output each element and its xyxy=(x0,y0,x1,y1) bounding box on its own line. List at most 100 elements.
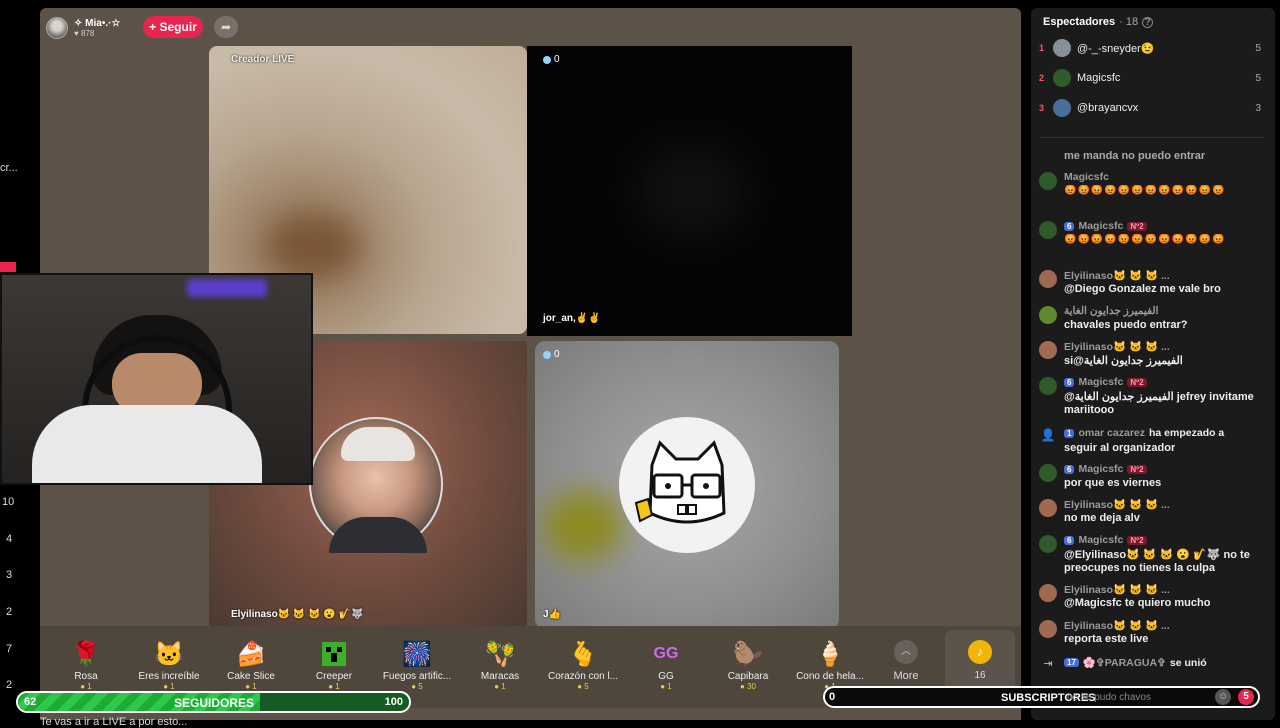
chat-message: me manda no puedo entrar xyxy=(1039,148,1265,164)
guest-2-name: Elyilinaso🐱 🐱 🐱 😮 🎷🐺 xyxy=(231,609,364,620)
chat-message: Elyilinaso🐱 🐱 🐱 ... si@الفيميرز جدايون ا… xyxy=(1039,340,1265,370)
message-user: Elyilinaso🐱 🐱 🐱 ... xyxy=(1064,269,1170,282)
message-user: Elyilinaso🐱 🐱 🐱 ... xyxy=(1064,498,1170,511)
avatar xyxy=(1039,620,1057,638)
blur-hand xyxy=(269,216,359,276)
chat-message: Elyilinaso🐱 🐱 🐱 ... @Diego Gonzalez me v… xyxy=(1039,269,1265,299)
emoji-icon[interactable]: ☺ xyxy=(1215,689,1231,705)
gift-cost: ● 1 xyxy=(163,682,175,691)
more-gifts-button[interactable]: ︿ More xyxy=(878,640,934,682)
dim-glow xyxy=(637,146,747,236)
gift-item-cono[interactable]: 🍦Cono de hela...● 1 xyxy=(789,640,871,692)
viewer-count: 0 xyxy=(554,349,560,360)
gift-name: Corazón con l... xyxy=(547,671,619,682)
message-text: 😡😡😡😡😡😡😡😡😡😡😡😡 xyxy=(1064,185,1226,196)
cat-icon: 🐱 xyxy=(154,640,184,668)
subscribers-current: 0 xyxy=(829,691,836,703)
viewer-count-badge: 0 xyxy=(543,349,560,360)
user-name: Elyilinaso🐱 🐱 🐱 ... xyxy=(1064,499,1170,511)
gift-item-corazon[interactable]: 🫰 Corazón con l... ● 5 xyxy=(542,640,624,692)
avatar xyxy=(1039,172,1057,190)
side-red-marker xyxy=(0,262,16,272)
viewer-rank: 3 xyxy=(1039,103,1045,113)
viewer-name: @-_-sneyder😉 xyxy=(1077,42,1155,55)
message-text: se unió xyxy=(1169,656,1207,669)
user-name: Magicsfc xyxy=(1078,220,1124,232)
message-user: 17 🌸✞PARAGUA✞ se unió xyxy=(1064,656,1207,669)
cake-icon: 🍰 xyxy=(236,640,266,668)
gift-cost: ● 5 xyxy=(577,682,589,691)
chat-message: 👤 1 omar cazarez ha empezado a seguir al o… xyxy=(1039,427,1265,459)
chat-message: 6 Magicsfc Nº2 por que es viernes xyxy=(1039,463,1265,493)
level-badge: 17 xyxy=(1064,658,1079,667)
gift-item-maracas[interactable]: 🪇 Maracas ● 1 xyxy=(459,640,541,692)
side-number: 4 xyxy=(6,533,13,545)
message-text-continued: preocupes no tienes la culpa xyxy=(1064,562,1215,574)
host-info[interactable]: ✧ Mia•.·☆ ♥ 878 xyxy=(46,14,120,42)
message-text: @Diego Gonzalez me vale bro xyxy=(1064,283,1221,295)
chat-message: 6 Magicsfc Nº2 😡😡😡😡😡😡😡😡😡😡😡😡 xyxy=(1039,220,1265,264)
chat-message: Elyilinaso🐱 🐱 🐱 ... no me deja alv xyxy=(1039,498,1265,528)
message-user: 6 Magicsfc Nº2 xyxy=(1064,534,1147,546)
creeper-face xyxy=(322,642,346,666)
viewer-name: Magicsfc xyxy=(1077,72,1121,84)
person-add-icon: 👤 xyxy=(1040,428,1056,442)
gift-name: Eres increíble xyxy=(138,671,200,682)
gift-name: GG xyxy=(658,671,674,682)
follow-button[interactable]: + Seguir xyxy=(143,16,203,38)
coin-icon: ♪ xyxy=(968,640,992,664)
user-name: Elyilinaso🐱 🐱 🐱 ... xyxy=(1064,584,1170,596)
gift-name: Fuegos artific... xyxy=(382,671,452,682)
viewer-rank: 1 xyxy=(1039,43,1045,53)
video-tile-guest-3[interactable]: 0 J👍 xyxy=(535,341,839,629)
gift-cost: ● 30 xyxy=(740,682,756,691)
avatar xyxy=(1039,270,1057,288)
gift-item-gg[interactable]: GG GG ● 1 xyxy=(625,640,707,691)
share-icon[interactable]: ➦ xyxy=(214,16,238,38)
chat-message: Magicsfc 😡😡😡😡😡😡😡😡😡😡😡😡 xyxy=(1039,171,1265,211)
message-text: ha empezado a xyxy=(1149,427,1225,439)
subscribers-goal-bar: 0 SUBSCRIPTORES no se pudo chavos ☺ 5 xyxy=(823,686,1260,708)
gift-cost-value: 1 xyxy=(667,682,672,691)
facecam xyxy=(0,273,313,485)
coin-count: 16 xyxy=(974,670,986,681)
guest-3-name: J👍 xyxy=(543,609,562,620)
gift-cost: ● 1 xyxy=(245,682,257,691)
chat-input[interactable]: no se pudo chavos xyxy=(1067,692,1151,703)
viewer-row[interactable]: 2 Magicsfc 5 xyxy=(1039,65,1261,91)
gift-cost-value: 1 xyxy=(252,682,257,691)
gift-item-fuegos[interactable]: 🎆 Fuegos artific... ● 5 xyxy=(376,640,458,692)
gg-icon: GG xyxy=(653,645,679,662)
gift-item-capibara[interactable]: 🦫 Capibara ● 30 xyxy=(707,640,789,692)
message-text: 😡😡😡😡😡😡😡😡😡😡😡😡 xyxy=(1064,234,1226,245)
gift-item-creeper[interactable]: Creeper ● 1 xyxy=(293,640,375,691)
gift-name: Cake Slice xyxy=(227,671,275,682)
message-text-continued: mariitooo xyxy=(1064,404,1115,416)
fan-badge: Nº2 xyxy=(1127,464,1147,474)
message-text: si@الفيميرز جدايون الغاية xyxy=(1064,355,1183,367)
message-user: Elyilinaso🐱 🐱 🐱 ... xyxy=(1064,619,1170,632)
guest-2-avatar xyxy=(309,417,443,553)
viewer-score: 5 xyxy=(1255,42,1261,54)
avatar xyxy=(1039,306,1057,324)
gift-cost: ● 5 xyxy=(411,682,423,691)
gift-item-cake-slice[interactable]: 🍰 Cake Slice ● 1 xyxy=(210,640,292,692)
gift-item-eres-increible[interactable]: 🐱 Eres increíble ● 1 xyxy=(128,640,210,692)
host-avatar[interactable] xyxy=(46,17,68,39)
ice-cream-icon: 🍦 xyxy=(815,640,845,668)
info-icon[interactable]: ? xyxy=(1142,16,1154,28)
gift-item-rosa[interactable]: 🌹 Rosa ● 1 xyxy=(45,640,127,692)
message-text: por que es viernes xyxy=(1064,477,1162,489)
fan-badge: Nº2 xyxy=(1127,377,1147,387)
viewer-score: 5 xyxy=(1255,72,1261,84)
gift-cost-value: 1 xyxy=(87,682,92,691)
guest-1-name: jor_an,✌️✌️ xyxy=(543,313,601,324)
viewer-row[interactable]: 3 @brayancvx 3 xyxy=(1039,95,1261,121)
gift-name: Rosa xyxy=(74,671,98,682)
gift-cost-value: 5 xyxy=(584,682,589,691)
gift-name: Capibara xyxy=(727,671,769,682)
video-tile-guest-1[interactable]: 0 jor_an,✌️✌️ xyxy=(527,46,852,336)
message-text: no me deja alv xyxy=(1064,512,1140,524)
viewer-row[interactable]: 1 @-_-sneyder😉 5 xyxy=(1039,35,1261,61)
tiktok-coins-button[interactable]: ♪ 16 xyxy=(945,630,1015,694)
